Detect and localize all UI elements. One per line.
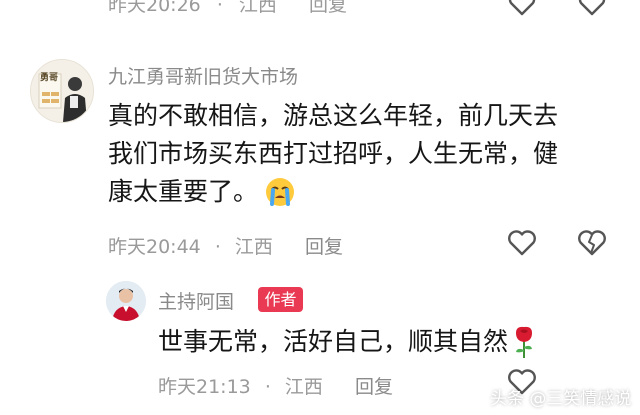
commenter-username[interactable]: 九江勇哥新旧货大市场 xyxy=(108,62,298,89)
reply-text: 世事无常，活好自己，顺其自然 xyxy=(158,323,536,361)
comment-reply-button[interactable]: 回复 xyxy=(305,236,343,258)
crying-face-emoji-icon xyxy=(264,176,296,208)
comment-line-2: 我们市场买东西打过招呼，人生无常，健 xyxy=(108,139,559,168)
avatar-sign-text: 勇哥 xyxy=(40,73,59,83)
reply-location: 江西 xyxy=(284,376,323,398)
comment-separator: · xyxy=(214,236,221,258)
prev-comment-time: 昨天20:26 xyxy=(108,0,201,16)
comment-line-3: 康太重要了。 xyxy=(108,177,259,206)
author-username[interactable]: 主持阿国 xyxy=(158,287,234,314)
prev-comment-meta: 昨天20:26 · 江西 回复 xyxy=(108,0,347,17)
comment-line-1: 真的不敢相信，游总这么年轻，前几天去 xyxy=(108,101,559,130)
comment-like-icon[interactable] xyxy=(507,230,537,256)
comment-meta: 昨天20:44 · 江西 回复 xyxy=(108,232,343,259)
prev-dislike-icon[interactable] xyxy=(578,0,606,16)
prev-reply-button[interactable]: 回复 xyxy=(309,0,347,16)
reply-meta: 昨天21:13 · 江西 回复 xyxy=(158,372,393,399)
comment-text: 真的不敢相信，游总这么年轻，前几天去 我们市场买东西打过招呼，人生无常，健 康太… xyxy=(108,97,558,211)
reply-separator: · xyxy=(264,376,271,398)
rose-emoji-icon xyxy=(512,325,536,359)
prev-comment-location: 江西 xyxy=(238,0,277,16)
comment-dislike-icon[interactable] xyxy=(577,230,607,256)
reply-reply-button[interactable]: 回复 xyxy=(355,376,393,398)
comment-time: 昨天20:44 xyxy=(108,236,201,258)
prev-like-icon[interactable] xyxy=(508,0,536,16)
commenter-avatar[interactable]: 勇哥 xyxy=(30,59,94,123)
reply-time: 昨天21:13 xyxy=(158,376,251,398)
watermark: 头条 @三笑情感说 xyxy=(490,389,632,409)
author-avatar[interactable] xyxy=(106,281,146,321)
comment-location: 江西 xyxy=(234,236,273,258)
reply-text-line: 世事无常，活好自己，顺其自然 xyxy=(158,327,509,356)
author-badge: 作者 xyxy=(258,287,303,312)
